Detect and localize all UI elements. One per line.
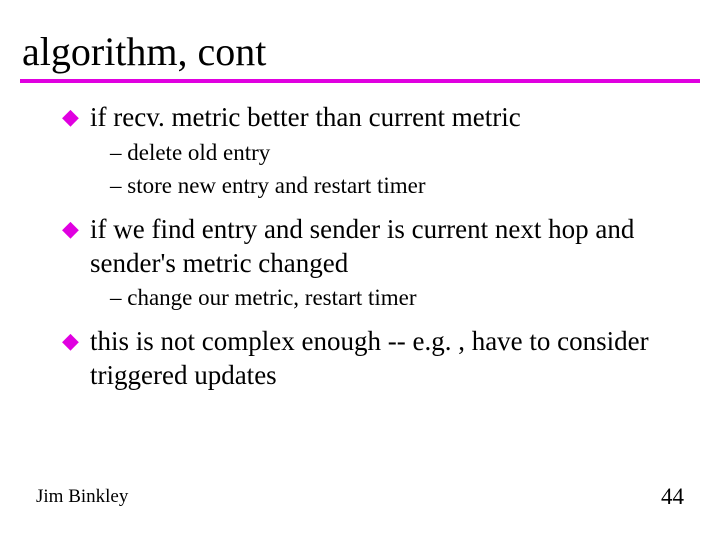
- bullet-1: if recv. metric better than current metr…: [90, 101, 680, 135]
- title-underline: [20, 79, 700, 83]
- slide-title: algorithm, cont: [0, 0, 720, 79]
- bullet-1-sub-2: store new entry and restart timer: [110, 170, 680, 201]
- bullet-2-sub-1: change our metric, restart timer: [110, 282, 680, 313]
- bullet-2: if we find entry and sender is current n…: [90, 213, 680, 281]
- bullet-1-sub-1: delete old entry: [110, 137, 680, 168]
- footer-author: Jim Binkley: [36, 486, 128, 508]
- bullet-3: this is not complex enough -- e.g. , hav…: [90, 325, 680, 393]
- footer-page-number: 44: [661, 484, 684, 510]
- slide-body: if recv. metric better than current metr…: [0, 101, 720, 393]
